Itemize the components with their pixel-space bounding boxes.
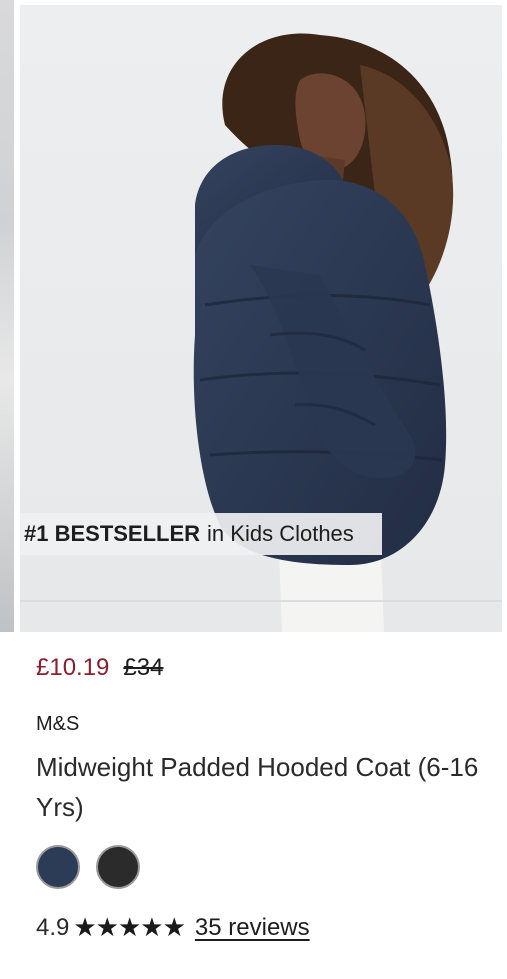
original-price: £34 xyxy=(123,654,164,681)
color-swatches xyxy=(36,845,140,889)
sale-price: £10.19 xyxy=(36,654,110,681)
price-row: £10.19 £34 xyxy=(36,654,163,682)
bestseller-badge: #1 BESTSELLER in Kids Clothes xyxy=(20,513,382,555)
brand-name: M&S xyxy=(36,713,80,735)
product-image-area[interactable]: #1 BESTSELLER in Kids Clothes xyxy=(0,0,507,632)
color-swatch-black[interactable] xyxy=(96,845,140,889)
bestseller-rank: #1 BESTSELLER xyxy=(24,521,201,546)
rating-score: 4.9 xyxy=(36,913,70,941)
color-swatch-navy[interactable] xyxy=(36,845,80,889)
previous-image-edge xyxy=(0,0,14,632)
rating-row: 4.9 ★★★★★ 35 reviews xyxy=(36,912,310,943)
product-card[interactable]: #1 BESTSELLER in Kids Clothes £10.19 £34… xyxy=(0,0,507,979)
product-title[interactable]: Midweight Padded Hooded Coat (6-16 Yrs) xyxy=(36,747,496,827)
bestseller-category: in Kids Clothes xyxy=(207,521,354,546)
reviews-link[interactable]: 35 reviews xyxy=(195,914,310,942)
star-rating-icon: ★★★★★ xyxy=(73,912,186,942)
